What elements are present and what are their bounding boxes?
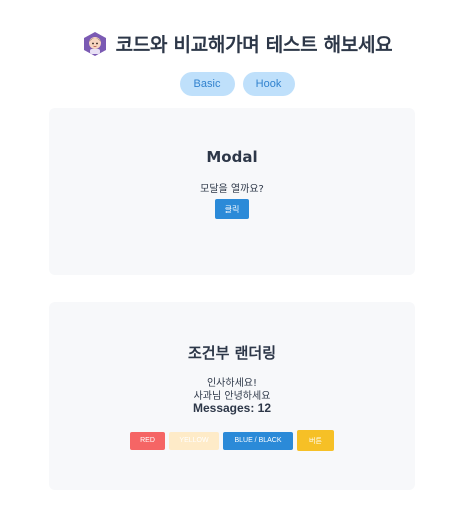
page: 코드와 비교해가며 테스트 해보세요 Basic Hook Modal 모달을 … bbox=[0, 0, 474, 509]
hello-text: 사과님 안녕하세요 bbox=[193, 391, 271, 402]
toggle-button[interactable]: 버튼 bbox=[297, 430, 334, 451]
messages-count: Messages: 12 bbox=[192, 401, 272, 415]
open-modal-button[interactable]: 클릭 bbox=[215, 199, 249, 219]
tab-basic[interactable]: Basic bbox=[179, 72, 235, 96]
modal-card: Modal 모달을 열까요? 클릭 bbox=[49, 108, 415, 275]
tab-hook[interactable]: Hook bbox=[242, 72, 295, 96]
blue-black-button[interactable]: BLUE / BLACK bbox=[223, 431, 293, 450]
conditional-card-title: 조건부 랜더링 bbox=[187, 344, 277, 362]
modal-prompt-text: 모달을 열까요? bbox=[200, 184, 264, 195]
tab-bar: Basic Hook bbox=[0, 72, 474, 96]
conditional-render-card: 조건부 랜더링 인사하세요! 사과님 안녕하세요 Messages: 12 RE… bbox=[49, 302, 415, 490]
avatar-icon bbox=[82, 31, 108, 57]
color-button-row: RED YELLOW BLUE / BLACK 버튼 bbox=[49, 430, 415, 451]
modal-card-title: Modal bbox=[206, 148, 258, 166]
red-button[interactable]: RED bbox=[130, 431, 165, 450]
yellow-button[interactable]: YELLOW bbox=[169, 431, 219, 450]
page-title: 코드와 비교해가며 테스트 해보세요 bbox=[115, 34, 393, 56]
header: 코드와 비교해가며 테스트 해보세요 bbox=[0, 30, 474, 57]
